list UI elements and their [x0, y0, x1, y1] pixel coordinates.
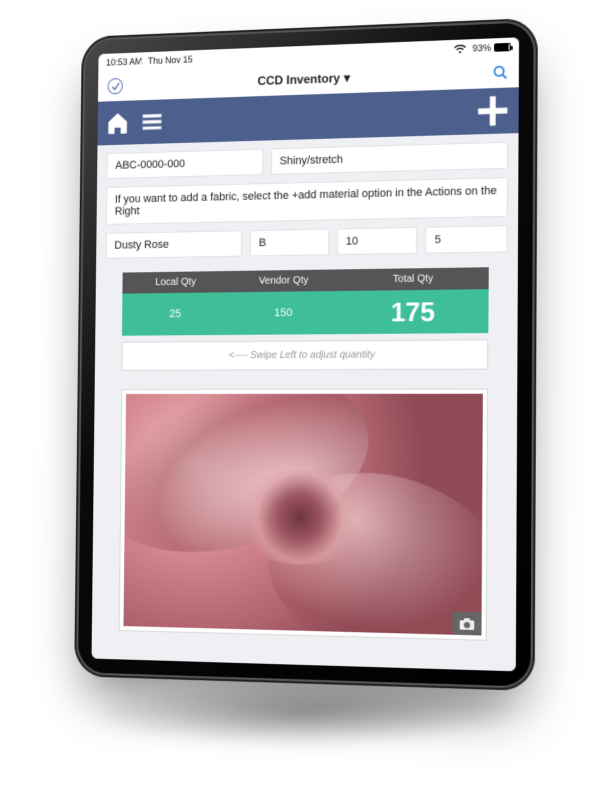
grade-field[interactable]: B [250, 229, 329, 257]
menu-icon[interactable] [139, 108, 164, 135]
fabric-image-card[interactable] [119, 389, 488, 641]
wifi-icon [454, 44, 466, 54]
qty-vendor-value: 150 [229, 306, 338, 319]
page-title[interactable]: CCD Inventory [257, 71, 340, 88]
qty-local-value: 25 [122, 308, 229, 321]
help-text: If you want to add a fabric, select the … [106, 177, 508, 225]
swipe-hint[interactable]: <---- Swipe Left to adjust quantity [122, 339, 489, 371]
app-screen: 10:53 AM Thu Nov 15 93% [92, 37, 520, 671]
status-date: Thu Nov 15 [148, 54, 193, 66]
sku-field[interactable]: ABC-0000-000 [107, 149, 263, 179]
title-dropdown-icon[interactable]: ▾ [344, 71, 350, 86]
quantity-widget: Local Qty Vendor Qty Total Qty 25 150 17… [122, 267, 489, 371]
nav-bar [97, 87, 518, 145]
title-bar: CCD Inventory ▾ [98, 56, 519, 102]
battery-percent: 93% [472, 43, 491, 54]
qty-vendor-label: Vendor Qty [229, 269, 339, 292]
qty-total-value: 175 [338, 295, 488, 329]
fabric-image [123, 394, 482, 636]
size1-field[interactable]: 10 [337, 227, 418, 255]
add-button[interactable] [475, 93, 510, 129]
record-form: ABC-0000-000 Shiny/stretch If you want t… [92, 133, 519, 650]
qty-local-label: Local Qty [122, 271, 229, 294]
name-field[interactable]: Shiny/stretch [271, 142, 508, 175]
status-time: 10:53 AM [106, 56, 142, 67]
home-icon[interactable] [105, 110, 130, 137]
qty-total-label: Total Qty [338, 267, 488, 291]
battery-indicator: 93% [472, 42, 510, 54]
status-bar: 10:53 AM Thu Nov 15 93% [98, 37, 519, 72]
color-field[interactable]: Dusty Rose [106, 230, 243, 259]
camera-icon[interactable] [452, 612, 481, 636]
size2-field[interactable]: 5 [425, 225, 507, 253]
search-icon[interactable] [492, 64, 509, 81]
status-circle-icon[interactable] [108, 78, 123, 94]
